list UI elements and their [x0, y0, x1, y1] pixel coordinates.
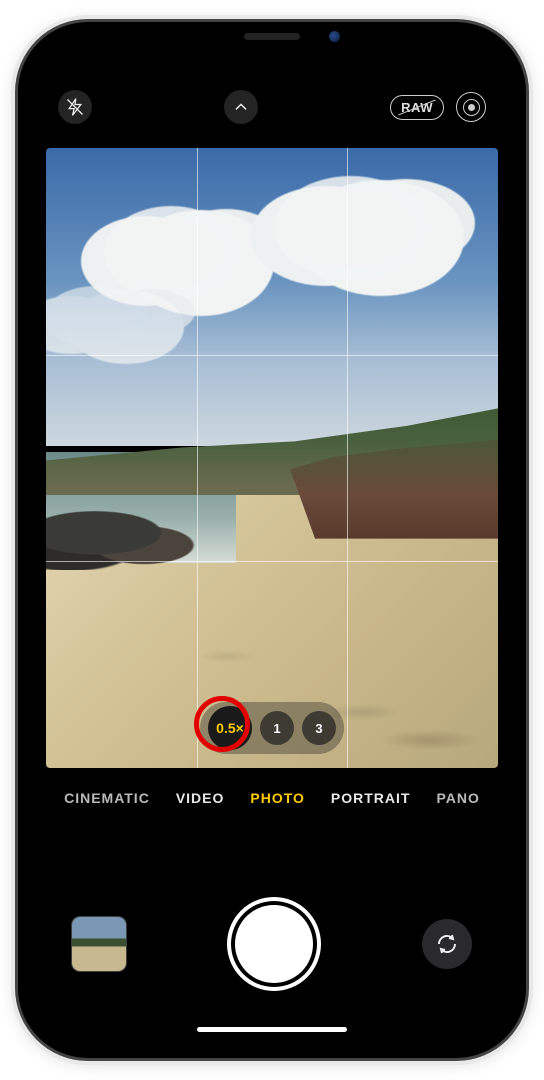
- shutter-button[interactable]: [235, 905, 313, 983]
- scene-preview: [46, 148, 498, 768]
- top-controls: RAW: [34, 86, 510, 128]
- zoom-option-3x[interactable]: 3: [302, 711, 336, 745]
- notch: [162, 22, 382, 54]
- raw-toggle[interactable]: RAW: [390, 95, 444, 120]
- screen: RAW: [34, 38, 510, 1042]
- zoom-option-1x[interactable]: 1: [260, 711, 294, 745]
- mode-pano[interactable]: PANO: [436, 790, 479, 806]
- viewfinder[interactable]: 0.5× 1 3: [46, 148, 498, 768]
- zoom-option-0.5x[interactable]: 0.5×: [208, 706, 252, 750]
- bottom-controls: [34, 896, 510, 992]
- top-right-controls: RAW: [390, 92, 486, 122]
- mode-selector[interactable]: CINEMATIC VIDEO PHOTO PORTRAIT PANO: [34, 790, 510, 806]
- speaker-grille: [244, 33, 300, 40]
- home-indicator[interactable]: [197, 1027, 347, 1032]
- front-camera: [329, 31, 340, 42]
- camera-flip-button[interactable]: [422, 919, 472, 969]
- live-photo-toggle[interactable]: [456, 92, 486, 122]
- last-photo-thumbnail[interactable]: [72, 917, 126, 971]
- zoom-selector: 0.5× 1 3: [200, 702, 344, 754]
- flash-toggle[interactable]: [58, 90, 92, 124]
- mode-portrait[interactable]: PORTRAIT: [331, 790, 411, 806]
- camera-options-toggle[interactable]: [224, 90, 258, 124]
- mode-video[interactable]: VIDEO: [176, 790, 225, 806]
- flash-off-icon: [65, 97, 85, 117]
- iphone-frame: RAW: [18, 22, 526, 1058]
- mode-photo[interactable]: PHOTO: [250, 790, 305, 806]
- mode-cinematic[interactable]: CINEMATIC: [64, 790, 150, 806]
- live-photo-icon: [463, 99, 480, 116]
- chevron-up-icon: [233, 99, 249, 115]
- camera-flip-icon: [435, 932, 459, 956]
